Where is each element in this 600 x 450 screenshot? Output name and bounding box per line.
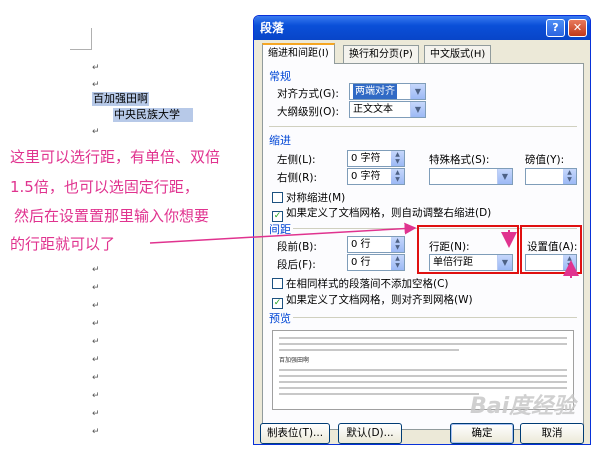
arrow-to-line-spacing [149, 222, 417, 244]
watermark: Bai度经验 [470, 394, 576, 419]
tab-indents-spacing[interactable]: 缩进和间距(I) [262, 43, 335, 64]
annotation-arrows [149, 222, 579, 278]
